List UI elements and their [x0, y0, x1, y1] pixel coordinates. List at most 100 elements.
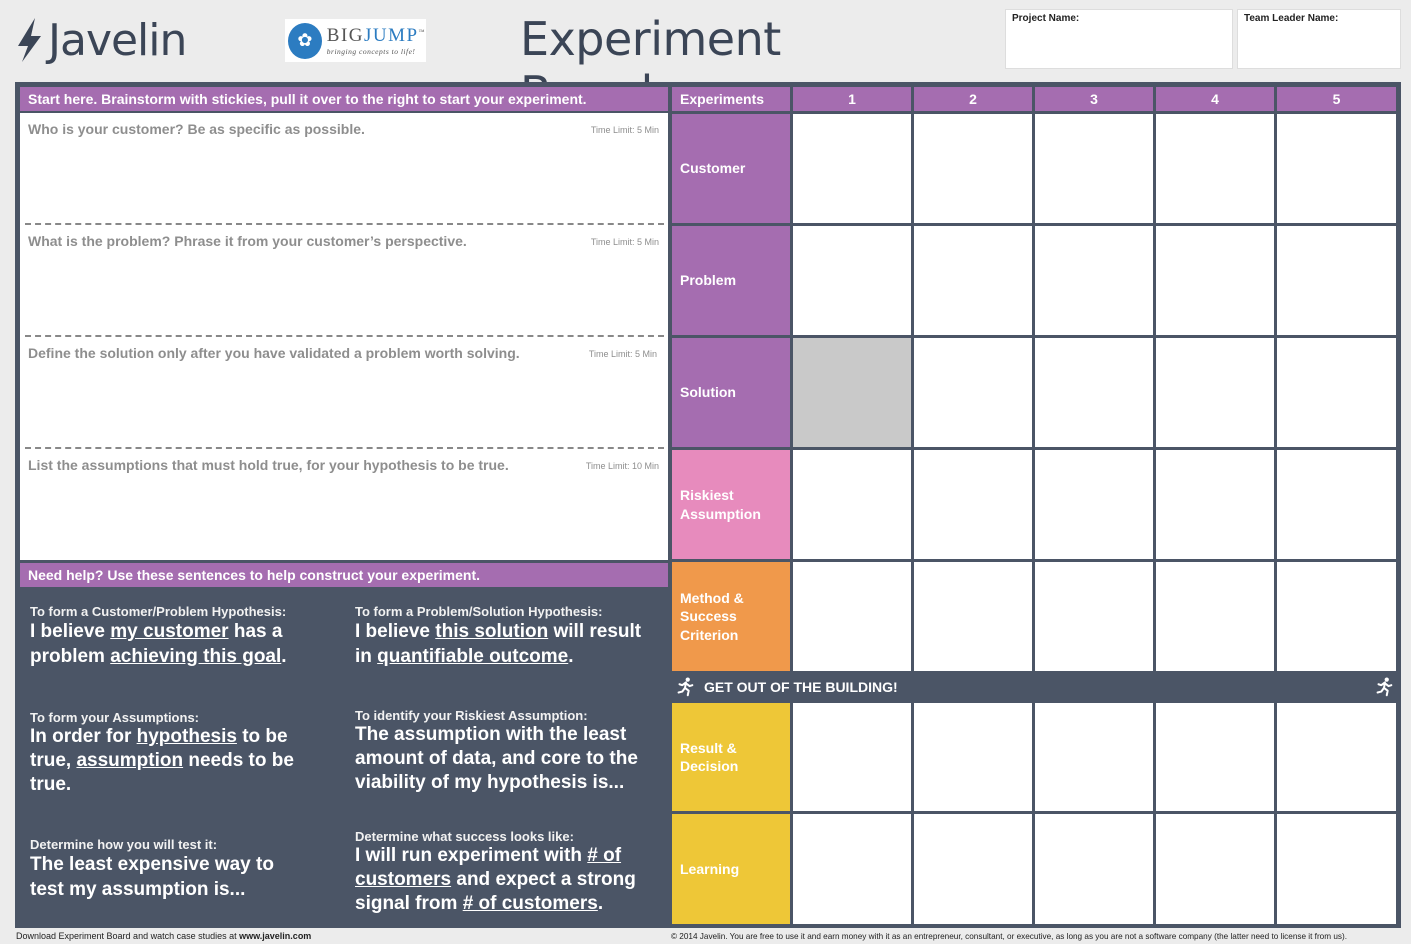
grid-cell-customer-4[interactable]: [1156, 114, 1274, 223]
help-customer-problem: To form a Customer/Problem Hypothesis: I…: [20, 590, 342, 690]
customer-question: Who is your customer? Be as specific as …: [28, 121, 365, 137]
grid-cell-customer-2[interactable]: [914, 114, 1032, 223]
grid-cell-riskiest-assumption-2[interactable]: [914, 450, 1032, 559]
help-header: Need help? Use these sentences to help c…: [20, 563, 668, 587]
grid-cell-method-success-1[interactable]: [793, 562, 911, 671]
bigjump-jump: JUMP: [364, 25, 419, 46]
grid-cell-riskiest-assumption-4[interactable]: [1156, 450, 1274, 559]
grid-cell-result-decision-3[interactable]: [1035, 703, 1153, 811]
row-label-result-decision: Result & Decision: [672, 703, 790, 811]
grid-cell-solution-2[interactable]: [914, 338, 1032, 447]
bigjump-tagline: bringing concepts to life!: [326, 47, 416, 56]
brainstorm-area[interactable]: Who is your customer? Be as specific as …: [20, 113, 668, 560]
time-limit-label: Time Limit: 5 Min: [588, 349, 657, 359]
help-sentence: The least expensive way to test my assum…: [30, 854, 274, 901]
grid-cell-problem-4[interactable]: [1156, 226, 1274, 335]
grid-cell-solution-1[interactable]: [793, 338, 911, 447]
help-label: To form your Assumptions:: [30, 710, 199, 725]
team-leader-name-label: Team Leader Name:: [1244, 13, 1339, 24]
grid-cell-result-decision-4[interactable]: [1156, 703, 1274, 811]
grid-cell-method-success-2[interactable]: [914, 562, 1032, 671]
help-assumptions: To form your Assumptions: In order for h…: [20, 694, 342, 814]
grid-cell-learning-5[interactable]: [1277, 814, 1396, 924]
grid-cell-method-success-5[interactable]: [1277, 562, 1396, 671]
help-sentence: I believe this solution will result in q…: [355, 621, 642, 668]
experiment-column-1: 1: [793, 87, 911, 111]
project-name-label: Project Name:: [1012, 13, 1080, 24]
problem-question: What is the problem? Phrase it from your…: [28, 233, 467, 249]
help-label: Determine what success looks like:: [355, 829, 574, 844]
grid-cell-solution-4[interactable]: [1156, 338, 1274, 447]
help-success: Determine what success looks like: I wil…: [345, 818, 668, 924]
grid-cell-method-success-3[interactable]: [1035, 562, 1153, 671]
grid-cell-problem-2[interactable]: [914, 226, 1032, 335]
help-label: To identify your Riskiest Assumption:: [355, 708, 588, 723]
row-label-method-success: Method & Success Criterion: [672, 562, 790, 671]
grid-cell-riskiest-assumption-3[interactable]: [1035, 450, 1153, 559]
brainstorm-problem-row[interactable]: What is the problem? Phrase it from your…: [20, 225, 668, 337]
row-label-problem: Problem: [672, 226, 790, 335]
row-label-customer: Customer: [672, 114, 790, 223]
grid-cell-problem-3[interactable]: [1035, 226, 1153, 335]
experiment-column-4: 4: [1156, 87, 1274, 111]
javelin-link[interactable]: www.javelin.com: [239, 931, 311, 941]
help-problem-solution: To form a Problem/Solution Hypothesis: I…: [345, 590, 668, 690]
team-leader-name-field[interactable]: Team Leader Name:: [1237, 9, 1401, 69]
grid-cell-method-success-4[interactable]: [1156, 562, 1274, 671]
row-label-learning: Learning: [672, 814, 790, 924]
grid-cell-learning-3[interactable]: [1035, 814, 1153, 924]
grid-cell-result-decision-5[interactable]: [1277, 703, 1396, 811]
experiment-column-3: 3: [1035, 87, 1153, 111]
bigjump-figure-icon: ✿: [288, 22, 322, 59]
help-sentence: The assumption with the least amount of …: [355, 724, 638, 793]
bigjump-tm: ™: [418, 29, 426, 36]
help-sentence: In order for hypothesis to be true, assu…: [30, 726, 294, 795]
brainstorm-header: Start here. Brainstorm with stickies, pu…: [20, 87, 668, 111]
running-person-icon: [1376, 677, 1393, 696]
grid-cell-solution-3[interactable]: [1035, 338, 1153, 447]
help-sentence: I will run experiment with # of customer…: [355, 845, 636, 914]
grid-cell-customer-5[interactable]: [1277, 114, 1396, 223]
brainstorm-solution-row[interactable]: Define the solution only after you have …: [20, 337, 668, 449]
brainstorm-assumptions-row[interactable]: List the assumptions that must hold true…: [20, 449, 668, 561]
help-test: Determine how you will test it: The leas…: [20, 818, 342, 924]
help-riskiest-assumption: To identify your Riskiest Assumption: Th…: [345, 694, 668, 814]
help-label: Determine how you will test it:: [30, 837, 218, 852]
footer-copyright: © 2014 Javelin. You are free to use it a…: [671, 932, 1347, 941]
grid-cell-result-decision-2[interactable]: [914, 703, 1032, 811]
row-label-solution: Solution: [672, 338, 790, 447]
grid-cell-problem-1[interactable]: [793, 226, 911, 335]
assumptions-question: List the assumptions that must hold true…: [28, 457, 509, 473]
javelin-wordmark: Javelin: [48, 14, 187, 66]
footer-download: Download Experiment Board and watch case…: [16, 931, 311, 941]
grid-cell-customer-3[interactable]: [1035, 114, 1153, 223]
grid-cell-riskiest-assumption-1[interactable]: [793, 450, 911, 559]
get-out-of-building-divider: GET OUT OF THE BUILDING!: [672, 673, 1396, 700]
grid-cell-learning-4[interactable]: [1156, 814, 1274, 924]
brainstorm-customer-row[interactable]: Who is your customer? Be as specific as …: [20, 113, 668, 225]
page-title: Experiment Board: [520, 12, 781, 120]
grid-cell-problem-5[interactable]: [1277, 226, 1396, 335]
bigjump-logo: ✿ BIGJUMP™ bringing concepts to life!: [285, 19, 426, 62]
grid-cell-customer-1[interactable]: [793, 114, 911, 223]
help-label: To form a Customer/Problem Hypothesis:: [30, 604, 287, 619]
row-label-riskiest-assumption: Riskiest Assumption: [672, 450, 790, 559]
grid-cell-learning-2[interactable]: [914, 814, 1032, 924]
help-sentence: I believe my customer has a problem achi…: [30, 621, 287, 668]
time-limit-label: Time Limit: 5 Min: [590, 125, 659, 135]
experiment-column-2: 2: [914, 87, 1032, 111]
time-limit-label: Time Limit: 5 Min: [590, 237, 659, 247]
grid-cell-solution-5[interactable]: [1277, 338, 1396, 447]
grid-cell-riskiest-assumption-5[interactable]: [1277, 450, 1396, 559]
running-person-icon: [677, 677, 694, 696]
bigjump-big: BIG: [326, 25, 365, 46]
project-name-field[interactable]: Project Name:: [1005, 9, 1233, 69]
grid-cell-learning-1[interactable]: [793, 814, 911, 924]
solution-question: Define the solution only after you have …: [28, 345, 520, 361]
lightning-bolt-icon: [18, 18, 41, 62]
time-limit-label: Time Limit: 10 Min: [585, 461, 659, 471]
help-label: To form a Problem/Solution Hypothesis:: [355, 604, 603, 619]
grid-cell-result-decision-1[interactable]: [793, 703, 911, 811]
experiments-header: Experiments: [672, 87, 790, 111]
get-out-label: GET OUT OF THE BUILDING!: [704, 678, 898, 695]
